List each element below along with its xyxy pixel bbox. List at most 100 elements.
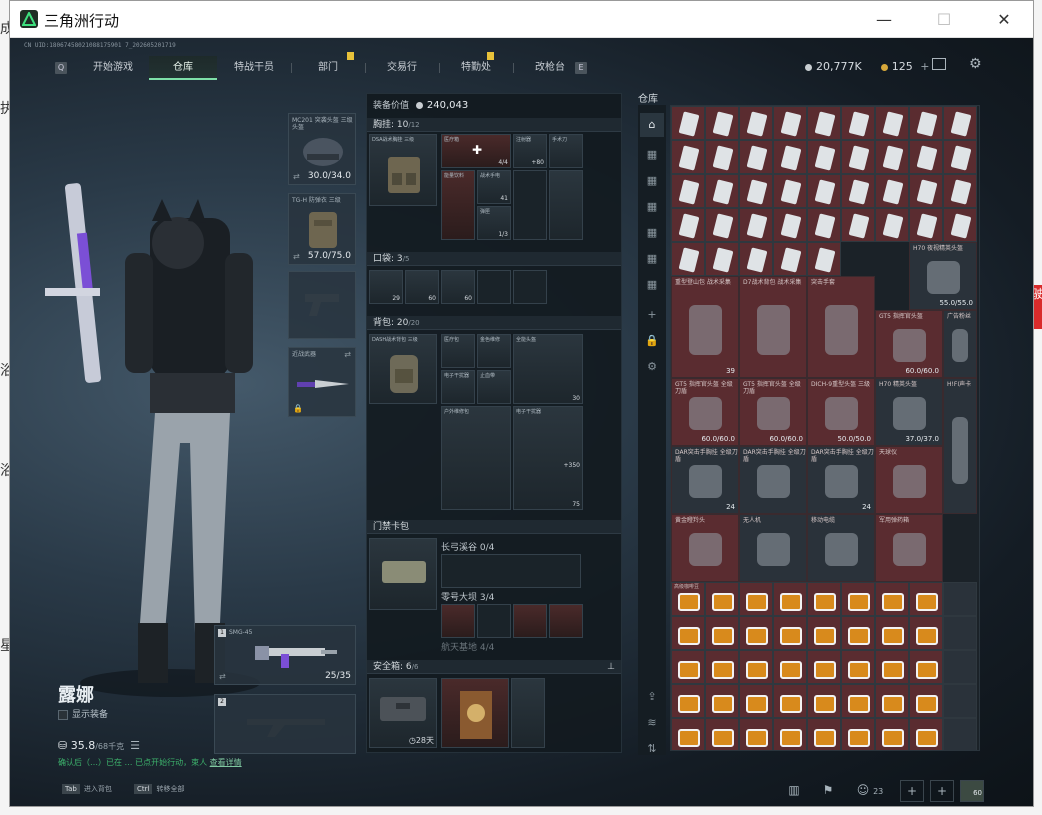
stash-item-card[interactable] xyxy=(739,242,773,276)
stash-home-icon[interactable]: ⌂ xyxy=(640,113,664,137)
stash-large-item[interactable]: GT5 指挥官头盔 60.0/60.0 xyxy=(875,310,943,378)
stash-coffee-item[interactable]: 高级咖啡豆 xyxy=(671,582,705,616)
secondary-weapon-slot[interactable]: 2 xyxy=(214,694,356,754)
player-avatar[interactable]: 60 xyxy=(960,780,984,802)
stash-grid-tab-icon[interactable]: ▦ xyxy=(640,169,664,193)
list-icon[interactable]: ☰ xyxy=(130,739,140,752)
nav-next-key[interactable]: E xyxy=(575,62,587,74)
stash-item-card[interactable] xyxy=(739,208,773,242)
armor-slot[interactable]: TG-H 防弹衣 三级 ⇄ 57.0/75.0 xyxy=(288,193,356,265)
bag-item[interactable]: 电子干扰器 xyxy=(441,370,475,404)
stash-coffee-item[interactable] xyxy=(841,616,875,650)
stash-coffee-item[interactable] xyxy=(773,650,807,684)
stash-coffee-item[interactable] xyxy=(909,650,943,684)
rig-item-syringe[interactable]: 注射器 +80 xyxy=(513,134,547,168)
stash-coffee-item[interactable] xyxy=(671,616,705,650)
stash-large-item[interactable]: 重型登山包 战术采集 39 xyxy=(671,276,739,378)
lock-icon[interactable]: 🔒 xyxy=(640,329,664,353)
chest-rig-slot[interactable]: DSA战术胸挂 三级 xyxy=(369,134,437,206)
stash-coffee-item[interactable] xyxy=(739,684,773,718)
add-slot-button[interactable]: + xyxy=(900,780,924,802)
safe-item-device[interactable] xyxy=(511,678,545,748)
stash-item-card[interactable] xyxy=(841,106,875,140)
keycard-empty[interactable] xyxy=(477,604,511,638)
stash-item-card[interactable] xyxy=(671,208,705,242)
tab-start-game[interactable]: 开始游戏 xyxy=(77,56,149,80)
rig-item-plate[interactable] xyxy=(549,170,583,240)
rig-empty-slot[interactable] xyxy=(513,170,547,240)
stash-item-card[interactable] xyxy=(807,208,841,242)
stash-coffee-item[interactable] xyxy=(773,684,807,718)
stash-large-item[interactable]: DAR突击手胸挂 全级刀盾 xyxy=(739,446,807,514)
stash-item-card[interactable] xyxy=(943,616,977,650)
stash-item-card[interactable] xyxy=(671,242,705,276)
add-currency-button[interactable]: + xyxy=(920,60,929,73)
bag-item[interactable]: 医疗包 xyxy=(441,334,475,368)
stash-item-card[interactable] xyxy=(943,140,977,174)
stash-item-card[interactable] xyxy=(875,174,909,208)
settings-icon[interactable]: ⚙ xyxy=(640,355,664,379)
pistol-slot-empty[interactable] xyxy=(288,271,356,339)
stash-coffee-item[interactable] xyxy=(671,684,705,718)
stash-coffee-item[interactable] xyxy=(739,718,773,750)
stash-item-card[interactable] xyxy=(773,208,807,242)
keycard-item[interactable] xyxy=(513,604,547,638)
stash-coffee-item[interactable] xyxy=(841,684,875,718)
keycard-item[interactable] xyxy=(549,604,583,638)
stash-large-item[interactable]: GT5 指挥官头盔 全级刀盾 60.0/60.0 xyxy=(739,378,807,446)
stash-large-item[interactable]: 黄金瞪羚头 xyxy=(671,514,739,582)
stash-item-card[interactable] xyxy=(841,140,875,174)
primary-weapon-slot[interactable]: 1 SMG-45 ⇄ 25/35 xyxy=(214,625,356,685)
pocket-item[interactable]: 60 xyxy=(441,270,475,304)
keycard-case-slot[interactable] xyxy=(369,538,437,610)
stash-item-card[interactable] xyxy=(807,140,841,174)
stash-item-card[interactable] xyxy=(705,174,739,208)
tab-trade[interactable]: 交易行 xyxy=(365,56,439,80)
stash-coffee-item[interactable] xyxy=(773,582,807,616)
stash-item-card[interactable] xyxy=(841,208,875,242)
stash-coffee-item[interactable] xyxy=(807,684,841,718)
stash-large-item[interactable]: H70 精英头盔 37.0/37.0 xyxy=(875,378,943,446)
bag-item[interactable]: 金色维修 xyxy=(477,334,511,368)
stash-coffee-item[interactable] xyxy=(875,616,909,650)
stash-coffee-item[interactable] xyxy=(875,650,909,684)
stash-item-card[interactable] xyxy=(909,174,943,208)
settings-gear-icon[interactable]: ⚙ xyxy=(969,56,982,72)
bag-item[interactable]: 电子干扰器 +350 75 xyxy=(513,406,583,510)
melee-slot[interactable]: 近战武器 ⇄ 🔒 xyxy=(288,347,356,417)
stash-item-card[interactable] xyxy=(909,208,943,242)
pocket-empty-slot[interactable] xyxy=(513,270,547,304)
stash-coffee-item[interactable] xyxy=(875,718,909,750)
hint-transfer-all[interactable]: Ctrl 转移全部 xyxy=(134,784,184,794)
stash-item-card[interactable] xyxy=(943,208,977,242)
stash-item-card[interactable] xyxy=(773,174,807,208)
rig-item-scalpel[interactable]: 手术刀 xyxy=(549,134,583,168)
stash-item-card[interactable] xyxy=(943,650,977,684)
stash-item-card[interactable] xyxy=(705,106,739,140)
helmet-slot[interactable]: MC201 突袭头盔 三级头盔 ⇄ 30.0/34.0 xyxy=(288,113,356,185)
stash-large-item[interactable]: 无人机 xyxy=(739,514,807,582)
minimize-button[interactable]: — xyxy=(861,6,907,34)
stash-item-card[interactable] xyxy=(943,684,977,718)
stash-item-card[interactable] xyxy=(671,140,705,174)
stash-item-card[interactable] xyxy=(807,174,841,208)
layers-icon[interactable]: ≋ xyxy=(640,711,664,735)
pocket-item[interactable]: 29 xyxy=(369,270,403,304)
stash-grid-tab-icon[interactable]: ▦ xyxy=(640,221,664,245)
tab-special-ops[interactable]: 特勤处 xyxy=(439,56,513,80)
stash-item-card[interactable] xyxy=(739,174,773,208)
stash-item-card[interactable] xyxy=(739,106,773,140)
pocket-item[interactable]: 60 xyxy=(405,270,439,304)
stash-coffee-item[interactable] xyxy=(909,582,943,616)
stash-item-card[interactable] xyxy=(909,106,943,140)
stash-item-card[interactable] xyxy=(841,174,875,208)
stash-item-card[interactable] xyxy=(909,140,943,174)
checkbox-icon[interactable] xyxy=(58,709,68,720)
zone-keycard-row[interactable] xyxy=(441,554,581,588)
stash-coffee-item[interactable] xyxy=(909,718,943,750)
bag-item[interactable]: 户外维修包 xyxy=(441,406,511,510)
stash-grid-tab-icon[interactable]: ▦ xyxy=(640,195,664,219)
maximize-button[interactable]: ☐ xyxy=(921,6,967,34)
stash-large-item[interactable]: 天球仪 xyxy=(875,446,943,514)
stash-coffee-item[interactable] xyxy=(739,616,773,650)
